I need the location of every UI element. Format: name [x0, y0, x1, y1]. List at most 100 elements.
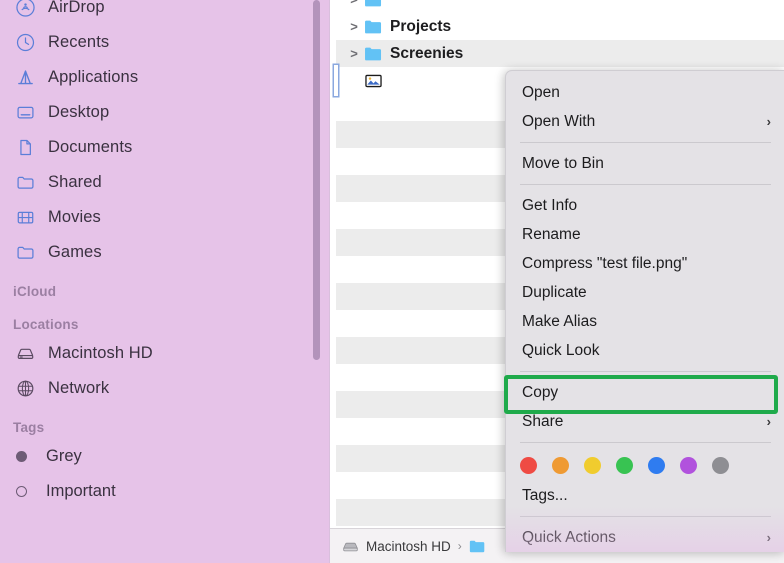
- sidebar-item-label: Network: [48, 379, 110, 397]
- chevron-right-icon: ›: [766, 530, 771, 545]
- harddisk-icon: [342, 539, 359, 554]
- airdrop-icon: [13, 0, 37, 19]
- sidebar-tag-important[interactable]: Important: [0, 474, 330, 509]
- menu-item-tags[interactable]: Tags...: [506, 481, 784, 510]
- row-gutter: [330, 499, 336, 526]
- chevron-right-icon[interactable]: >: [345, 46, 363, 61]
- menu-item-label: Quick Look: [522, 341, 600, 359]
- sidebar-tag-label: Grey: [46, 447, 82, 465]
- sidebar-item-label: Applications: [48, 68, 139, 86]
- tag-swatch-green[interactable]: [616, 456, 633, 474]
- tag-swatch-orange[interactable]: [552, 456, 569, 474]
- menu-item-open[interactable]: Open: [506, 78, 784, 107]
- image-file-icon: [363, 72, 383, 89]
- menu-item-open-with[interactable]: Open With ›: [506, 107, 784, 136]
- sidebar-section-icloud: iCloud: [13, 284, 57, 299]
- menu-item-label: Open: [522, 83, 560, 101]
- sidebar: AirDrop Recents Applications Desktop Doc…: [0, 0, 330, 563]
- finder-window: AirDrop Recents Applications Desktop Doc…: [0, 0, 784, 563]
- tag-dot-icon: [16, 486, 27, 497]
- sidebar-item-applications[interactable]: Applications: [0, 60, 330, 95]
- sidebar-item-movies[interactable]: Movies: [0, 200, 330, 235]
- sidebar-item-label: Macintosh HD: [48, 344, 153, 362]
- sidebar-item-recents[interactable]: Recents: [0, 25, 330, 60]
- folder-icon: [13, 172, 37, 194]
- menu-item-make-alias[interactable]: Make Alias: [506, 307, 784, 336]
- menu-item-quick-actions[interactable]: Quick Actions ›: [506, 523, 784, 552]
- menu-separator: [520, 516, 771, 517]
- menu-separator: [520, 184, 771, 185]
- sidebar-item-airdrop[interactable]: AirDrop: [0, 0, 330, 25]
- menu-item-get-info[interactable]: Get Info: [506, 191, 784, 220]
- folder-icon: [363, 0, 383, 8]
- sidebar-item-shared[interactable]: Shared: [0, 165, 330, 200]
- tag-swatch-grey[interactable]: [712, 456, 729, 474]
- menu-item-label: Get Info: [522, 196, 578, 214]
- menu-item-label: Open With: [522, 112, 596, 130]
- applications-icon: [13, 67, 37, 89]
- menu-separator: [520, 371, 771, 372]
- tag-swatch-yellow[interactable]: [584, 456, 601, 474]
- table-row[interactable]: > Screenies: [330, 40, 784, 67]
- sidebar-scroll-area: AirDrop Recents Applications Desktop Doc…: [0, 0, 330, 509]
- row-gutter: [330, 40, 336, 67]
- sidebar-section-tags: Tags: [13, 420, 45, 435]
- tag-swatch-blue[interactable]: [648, 456, 665, 474]
- sidebar-item-label: Movies: [48, 208, 101, 226]
- tag-dot-icon: [16, 451, 27, 462]
- sidebar-item-label: Shared: [48, 173, 102, 191]
- sidebar-item-network[interactable]: Network: [0, 371, 330, 406]
- file-name: test file.png: [390, 71, 477, 89]
- row-gutter: [330, 229, 336, 256]
- menu-item-copy[interactable]: Copy: [506, 378, 784, 407]
- sidebar-item-label: AirDrop: [48, 0, 105, 16]
- table-row[interactable]: >: [330, 0, 784, 13]
- tag-swatch-row: [506, 449, 784, 481]
- sidebar-item-games[interactable]: Games: [0, 235, 330, 270]
- harddisk-icon: [13, 343, 37, 365]
- sidebar-item-documents[interactable]: Documents: [0, 130, 330, 165]
- path-root-label[interactable]: Macintosh HD: [366, 539, 451, 554]
- chevron-right-icon: ›: [766, 414, 771, 429]
- sidebar-item-label: Recents: [48, 33, 110, 51]
- desktop-icon: [13, 102, 37, 124]
- menu-item-move-to-bin[interactable]: Move to Bin: [506, 149, 784, 178]
- sidebar-item-macintosh-hd[interactable]: Macintosh HD: [0, 336, 330, 371]
- folder-icon: [363, 18, 383, 35]
- menu-item-share[interactable]: Share ›: [506, 407, 784, 436]
- file-name: Screenies: [390, 44, 464, 62]
- sidebar-item-label: Documents: [48, 138, 133, 156]
- table-row[interactable]: > Projects: [330, 13, 784, 40]
- chevron-right-icon[interactable]: >: [345, 0, 363, 7]
- row-gutter: [330, 283, 336, 310]
- folder-icon[interactable]: [469, 539, 486, 554]
- menu-item-rename[interactable]: Rename: [506, 220, 784, 249]
- menu-item-quick-look[interactable]: Quick Look: [506, 336, 784, 365]
- menu-item-duplicate[interactable]: Duplicate: [506, 278, 784, 307]
- row-gutter: [330, 175, 336, 202]
- menu-item-label: Make Alias: [522, 312, 597, 330]
- row-gutter: [330, 445, 336, 472]
- tag-swatch-red[interactable]: [520, 456, 537, 474]
- sidebar-scrollbar[interactable]: [313, 0, 320, 360]
- menu-item-label: Quick Actions: [522, 528, 616, 546]
- menu-item-label: Compress "test file.png": [522, 254, 688, 272]
- sidebar-item-label: Games: [48, 243, 102, 261]
- menu-item-compress[interactable]: Compress "test file.png": [506, 249, 784, 278]
- context-menu: Open Open With › Move to Bin Get Info Re…: [505, 70, 784, 552]
- menu-separator: [520, 442, 771, 443]
- tag-swatch-purple[interactable]: [680, 456, 697, 474]
- menu-item-label: Share: [522, 412, 564, 430]
- row-gutter: [330, 121, 336, 148]
- menu-item-label: Move to Bin: [522, 154, 604, 172]
- sidebar-item-desktop[interactable]: Desktop: [0, 95, 330, 130]
- folder-icon: [13, 242, 37, 264]
- file-name: Projects: [390, 17, 452, 35]
- menu-item-label: Duplicate: [522, 283, 587, 301]
- menu-item-label: Tags...: [522, 486, 568, 504]
- chevron-right-icon[interactable]: >: [345, 19, 363, 34]
- sidebar-item-label: Desktop: [48, 103, 110, 121]
- menu-separator: [520, 142, 771, 143]
- clock-icon: [13, 32, 37, 54]
- sidebar-tag-grey[interactable]: Grey: [0, 439, 330, 474]
